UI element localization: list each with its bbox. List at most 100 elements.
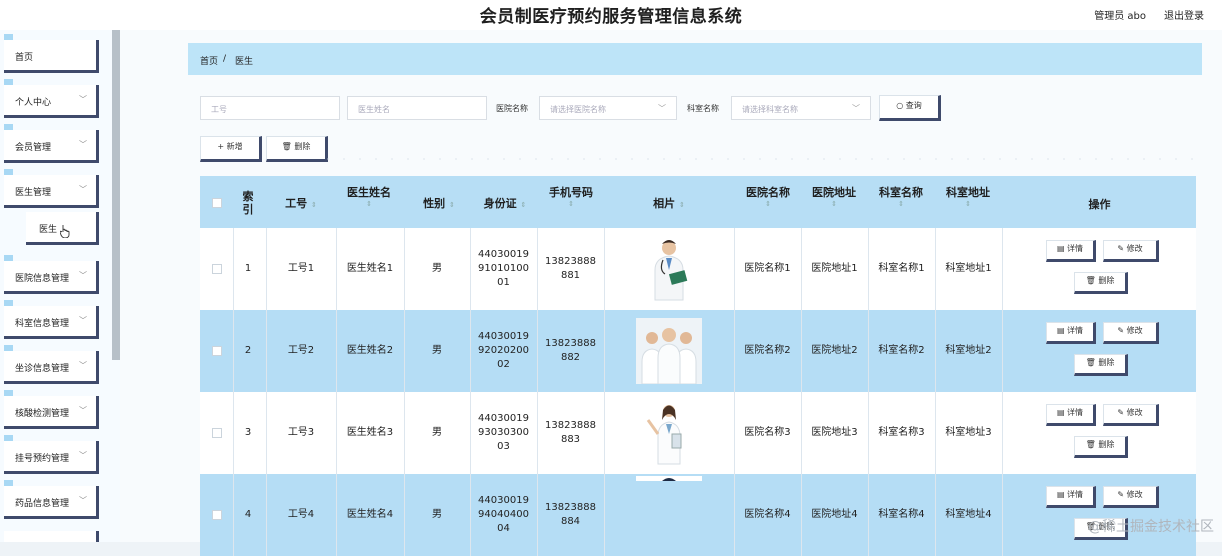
breadcrumb: 首页 / 医生 <box>188 43 1202 75</box>
admin-label: 管理员 abo <box>1094 11 1146 22</box>
phone-line: 884 <box>560 516 581 527</box>
dept-select-placeholder: 请选择科室名称 <box>742 105 798 114</box>
sidebar-item-label: 科室信息管理 <box>15 319 70 329</box>
sidebar-item-medicine[interactable]: 药品信息管理 ﹀ <box>4 486 99 519</box>
col-deptaddr[interactable]: 科室地址 ⇕ <box>935 184 1001 208</box>
edit-button[interactable]: ✎ 修改 <box>1103 404 1159 426</box>
col-phone-label: 手机号码 <box>549 186 593 199</box>
col-hospital[interactable]: 医院名称 ⇕ <box>735 184 801 208</box>
cell-phone: 13823888 883 <box>537 419 604 447</box>
edit-button[interactable]: ✎ 修改 <box>1103 322 1159 344</box>
system-title: 会员制医疗预约服务管理信息系统 <box>479 7 743 27</box>
hospital-select[interactable]: 请选择医院名称 ﹀ <box>539 96 677 120</box>
col-name[interactable]: 医生姓名 ⇕ <box>338 184 400 208</box>
detail-button[interactable]: ▤ 详情 <box>1046 322 1096 344</box>
logout-link[interactable]: 退出登录 <box>1164 7 1204 22</box>
sidebar-item-members[interactable]: 会员管理 ﹀ <box>4 130 99 163</box>
dept-filter-label: 科室名称 <box>687 104 719 113</box>
col-ops: 操作 <box>1088 198 1111 211</box>
chevron-down-icon: ﹀ <box>658 104 666 113</box>
idcard-line: 02 <box>497 359 510 370</box>
idcard-line: 44030019 <box>478 413 529 424</box>
doctor-photo-3 <box>646 405 682 465</box>
col-gonghao[interactable]: 工号 ⇕ <box>270 195 332 211</box>
add-button[interactable]: + 新增 <box>200 136 262 162</box>
chevron-down-icon: ﹀ <box>79 496 87 505</box>
sidebar-item-nucleic[interactable]: 核酸检测管理 ﹀ <box>4 396 99 429</box>
column-divider <box>604 392 605 474</box>
cell-phone: 13823888 881 <box>537 255 604 283</box>
sidebar-scrollbar[interactable] <box>112 30 120 360</box>
cell-phone: 13823888 882 <box>537 337 604 365</box>
detail-button[interactable]: ▤ 详情 <box>1046 404 1096 426</box>
col-gonghao-label: 工号 <box>285 197 308 210</box>
cell-hospital: 医院名称4 <box>744 509 791 520</box>
breadcrumb-home[interactable]: 首页 <box>200 54 218 67</box>
detail-button[interactable]: ▤ 详情 <box>1046 486 1096 508</box>
detail-button[interactable]: ▤ 详情 <box>1046 240 1096 262</box>
column-divider <box>1002 228 1003 310</box>
sidebar-item-home[interactable]: 首页 <box>4 40 99 73</box>
sidebar-item-consult[interactable]: 坐诊信息管理 ﹀ <box>4 351 99 384</box>
table-header: 索引 工号 ⇕ 医生姓名 ⇕ 性别 ⇕ 身份证 ⇕ 手机号码 ⇕ 相片 ⇕ 医院名称… <box>200 176 1196 228</box>
dept-select[interactable]: 请选择科室名称 ﹀ <box>731 96 871 120</box>
column-divider <box>233 392 234 474</box>
idcard-line: 04 <box>497 523 510 534</box>
col-idcard-label: 身份证 <box>483 197 517 210</box>
col-idcard[interactable]: 身份证 ⇕ <box>472 195 538 211</box>
edit-button[interactable]: ✎ 修改 <box>1103 240 1159 262</box>
phone-line: 13823888 <box>545 256 596 267</box>
search-button[interactable]: ○ 查询 <box>879 95 941 121</box>
breadcrumb-current: 医生 <box>235 57 254 67</box>
sidebar-item-departments[interactable]: 科室信息管理 ﹀ <box>4 306 99 339</box>
col-photo[interactable]: 相片 ⇕ <box>605 195 733 211</box>
doctor-photo-2 <box>636 318 702 384</box>
idcard-line: 03 <box>497 441 510 452</box>
edit-button[interactable]: ✎ 修改 <box>1103 486 1159 508</box>
delete-button[interactable]: 🗑 删除 <box>1074 272 1128 294</box>
col-name-label: 医生姓名 <box>347 186 391 199</box>
batch-delete-button[interactable]: 🗑 删除 <box>266 136 328 162</box>
sidebar-item-label: 核酸检测管理 <box>15 409 70 419</box>
row-checkbox[interactable] <box>212 264 222 274</box>
row-checkbox[interactable] <box>212 428 222 438</box>
sidebar-item-hospitals[interactable]: 医院信息管理 ﹀ <box>4 261 99 294</box>
delete-button[interactable]: 🗑 删除 <box>1074 354 1128 376</box>
sort-icon: ⇕ <box>965 200 971 208</box>
sort-icon: ⇕ <box>831 200 837 208</box>
doctor-name-input[interactable]: 医生姓名 <box>347 96 487 120</box>
col-phone[interactable]: 手机号码 ⇕ <box>538 184 604 208</box>
sidebar-item-personal[interactable]: 个人中心 ﹀ <box>4 85 99 118</box>
cell-name: 医生姓名3 <box>346 427 394 438</box>
col-gender-label: 性别 <box>423 197 446 210</box>
cell-idcard: 44030019 93030300 03 <box>470 412 537 454</box>
chevron-down-icon: ﹀ <box>79 406 87 415</box>
sidebar-item-partial[interactable] <box>4 531 99 542</box>
col-dept[interactable]: 科室名称 ⇕ <box>868 184 934 208</box>
phone-line: 13823888 <box>545 338 596 349</box>
sidebar-item-label: 坐诊信息管理 <box>15 364 70 374</box>
cell-address: 医院地址3 <box>811 427 858 438</box>
cell-name: 医生姓名2 <box>346 345 394 356</box>
col-address[interactable]: 医院地址 ⇕ <box>801 184 867 208</box>
cell-address: 医院地址2 <box>811 345 858 356</box>
cell-index: 3 <box>244 427 252 438</box>
col-gender[interactable]: 性别 ⇕ <box>408 195 470 211</box>
column-divider <box>1002 392 1003 474</box>
sidebar-item-label: 医生管理 <box>15 188 52 198</box>
sidebar-item-doctors[interactable]: 医生管理 ﹀ <box>4 175 99 208</box>
select-all-checkbox[interactable] <box>212 198 222 208</box>
sidebar-item-appointments[interactable]: 挂号预约管理 ﹀ <box>4 441 99 474</box>
gonghao-input[interactable]: 工号 <box>200 96 340 120</box>
col-deptaddr-label: 科室地址 <box>946 186 990 199</box>
row-checkbox[interactable] <box>212 510 222 520</box>
chevron-down-icon: ﹀ <box>79 271 87 280</box>
delete-button[interactable]: 🗑 删除 <box>1074 436 1128 458</box>
sidebar-item-label: 药品信息管理 <box>15 499 70 509</box>
phone-line: 882 <box>560 352 581 363</box>
cell-gender: 男 <box>432 509 442 520</box>
cell-hospital: 医院名称1 <box>744 263 791 274</box>
sidebar-subitem-doctor[interactable]: 医生 <box>26 212 99 245</box>
row-checkbox[interactable] <box>212 346 222 356</box>
chevron-down-icon: ﹀ <box>852 104 860 113</box>
